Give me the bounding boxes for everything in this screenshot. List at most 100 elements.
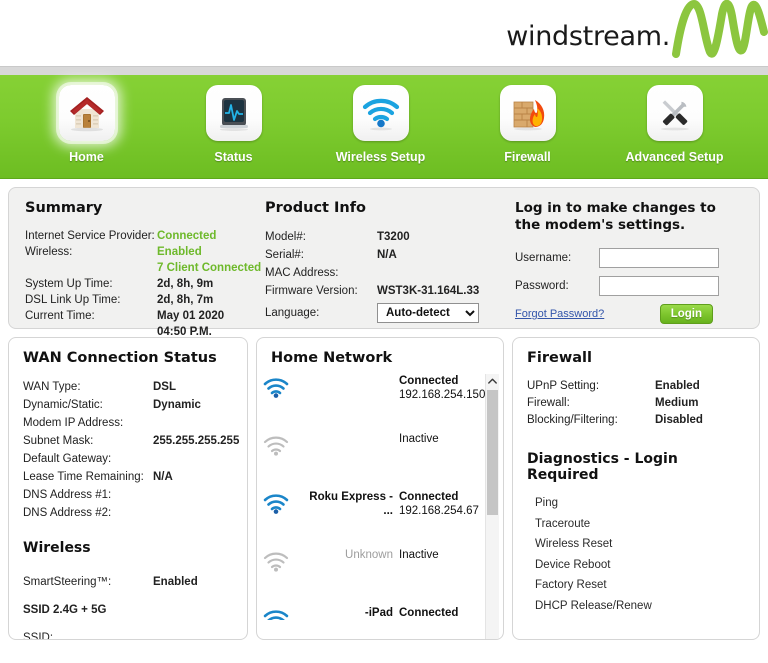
device-status: Connected (399, 607, 459, 619)
wan-row-label: Lease Time Remaining: (23, 471, 144, 483)
firewall-row: UPnP Setting: Enabled (527, 378, 745, 395)
firewall-row-value: Disabled (655, 414, 703, 426)
firewall-row-label: UPnP Setting: (527, 380, 600, 392)
house-icon (69, 97, 104, 132)
summary-row-label: Internet Service Provider: (25, 230, 155, 242)
wan-list: WAN Type: DSL Dynamic/Static: Dynamic Mo… (23, 378, 239, 522)
language-select[interactable]: Auto-detect English Español Français (377, 303, 479, 323)
summary-row: Internet Service Provider: Connected (25, 228, 265, 244)
device-name: Roku Express - ... (309, 491, 393, 517)
nav-item-advanced-setup[interactable]: Advanced Setup (601, 75, 748, 164)
summary-list: Internet Service Provider: Connected Wir… (25, 228, 265, 340)
device-wifi-icon (263, 548, 307, 578)
nav-label-firewall: Firewall (504, 150, 551, 164)
product-info-list: Model#: T3200 Serial#: N/A MAC Address: … (265, 228, 515, 323)
chevron-up-icon (488, 378, 497, 384)
wan-row-label: WAN Type: (23, 381, 81, 393)
tools-icon (660, 100, 689, 131)
nav-item-status[interactable]: Status (160, 75, 307, 164)
nav-item-home[interactable]: Home (13, 75, 160, 164)
device-status-block: Connected 192.168.254.150 (399, 374, 485, 402)
summary-row-value: 2d, 8h, 9m (157, 278, 214, 290)
wifi-icon (263, 436, 289, 456)
wireless-title: Wireless (23, 540, 91, 556)
lower-panels: WAN Connection Status WAN Type: DSL Dyna… (8, 337, 760, 640)
nav-label-home: Home (69, 150, 104, 164)
summary-row-label: DSL Link Up Time: (25, 294, 121, 306)
home-network-title: Home Network (271, 350, 393, 366)
username-input[interactable] (599, 248, 719, 268)
diagnostics-item-ping[interactable]: Ping (527, 493, 745, 514)
diagnostics-item-traceroute[interactable]: Traceroute (527, 514, 745, 535)
device-row[interactable]: Connected 192.168.254.150 (263, 372, 503, 430)
nav-item-firewall[interactable]: Firewall (454, 75, 601, 164)
device-row[interactable]: Roku Express - ... Connected 192.168.254… (263, 488, 503, 546)
summary-section: Summary Internet Service Provider: Conne… (25, 200, 265, 338)
wireless-row: SmartSteering™: Enabled (23, 568, 233, 596)
top-info-panel: Summary Internet Service Provider: Conne… (8, 187, 760, 338)
firewall-body: Firewall UPnP Setting: Enabled Firewall:… (513, 338, 759, 628)
diagnostics-item-device-reboot[interactable]: Device Reboot (527, 555, 745, 576)
scroll-thumb[interactable] (487, 390, 498, 515)
firewall-row-value: Medium (655, 397, 699, 409)
product-row-value: N/A (377, 249, 397, 261)
product-row: Serial#: N/A (265, 246, 515, 264)
wan-row-label: DNS Address #2: (23, 507, 112, 519)
device-name: -iPad (364, 607, 393, 619)
device-row[interactable]: -iPad Connected 192.168.254.71 (263, 604, 503, 620)
advanced-icon-tile (646, 85, 703, 141)
diagnostics-list: Ping Traceroute Wireless Reset Device Re… (527, 493, 745, 616)
home-network-head: Home Network (257, 338, 503, 372)
product-row-label: MAC Address: (265, 267, 339, 279)
diagnostics-item-wireless-reset[interactable]: Wireless Reset (527, 534, 745, 555)
nav-divider (0, 66, 768, 75)
firewall-row: Firewall: Medium (527, 395, 745, 412)
login-button[interactable]: Login (659, 304, 713, 324)
home-network-device-list: Connected 192.168.254.150 Inactive Roku … (263, 372, 503, 620)
firewall-row-label: Blocking/Filtering: (527, 414, 618, 426)
device-status: Connected (399, 491, 459, 503)
summary-row-label: System Up Time: (25, 278, 113, 290)
summary-row: 7 Client Connected (25, 260, 265, 276)
diagnostics-title: Diagnostics - Login Required (527, 451, 678, 483)
summary-row-value: 7 Client Connected (157, 262, 262, 274)
nav-item-wireless-setup[interactable]: Wireless Setup (307, 75, 454, 164)
device-status-block: Connected 192.168.254.67 (399, 490, 479, 518)
wan-row: Lease Time Remaining: N/A (23, 468, 233, 486)
device-ip: 192.168.254.67 (399, 505, 479, 517)
wan-row-label: Default Gateway: (23, 453, 112, 465)
home-network-scrollbar[interactable] (485, 374, 499, 639)
diagnostics-item-factory-reset[interactable]: Factory Reset (527, 575, 745, 596)
forgot-password-link[interactable]: Forgot Password? (515, 308, 604, 320)
wireless-row-label: SSID 2.4G + 5G (23, 604, 107, 616)
product-info-section: Product Info Model#: T3200 Serial#: N/A … (265, 200, 515, 323)
device-status-block: Inactive (399, 548, 439, 562)
device-wifi-icon (263, 490, 307, 520)
brick-wall-flame-icon (513, 100, 544, 131)
wan-row-value: DSL (153, 381, 176, 393)
username-row: Username: (515, 248, 743, 268)
device-name: Unknown (345, 549, 393, 561)
device-status: Connected (399, 375, 459, 387)
scroll-up-button[interactable] (486, 374, 499, 387)
firewall-row-label: Firewall: (527, 397, 570, 409)
device-status: Inactive (399, 433, 439, 445)
summary-row: DSL Link Up Time: 2d, 8h, 7m (25, 292, 265, 308)
windstream-wave-icon (672, 0, 768, 58)
wan-connection-status-panel: WAN Connection Status WAN Type: DSL Dyna… (8, 337, 248, 640)
firewall-row: Blocking/Filtering: Disabled (527, 412, 745, 429)
device-wifi-icon (263, 374, 307, 404)
wireless-icon-tile (352, 85, 409, 141)
device-row[interactable]: Inactive (263, 430, 503, 488)
device-row[interactable]: Unknown Inactive (263, 546, 503, 604)
password-input[interactable] (599, 276, 719, 296)
product-row: Firmware Version: WST3K-31.164L.33 (265, 282, 515, 300)
summary-row-label (25, 260, 157, 276)
wan-row-value: Dynamic (153, 399, 201, 411)
wifi-icon (263, 494, 289, 514)
diagnostics-item-dhcp-release-renew[interactable]: DHCP Release/Renew (527, 596, 745, 617)
wan-row-label: DNS Address #1: (23, 489, 112, 501)
username-label: Username: (515, 252, 572, 264)
wan-title: WAN Connection Status (23, 350, 217, 366)
summary-row: Current Time: May 01 2020 04:50 P.M. (25, 308, 265, 340)
